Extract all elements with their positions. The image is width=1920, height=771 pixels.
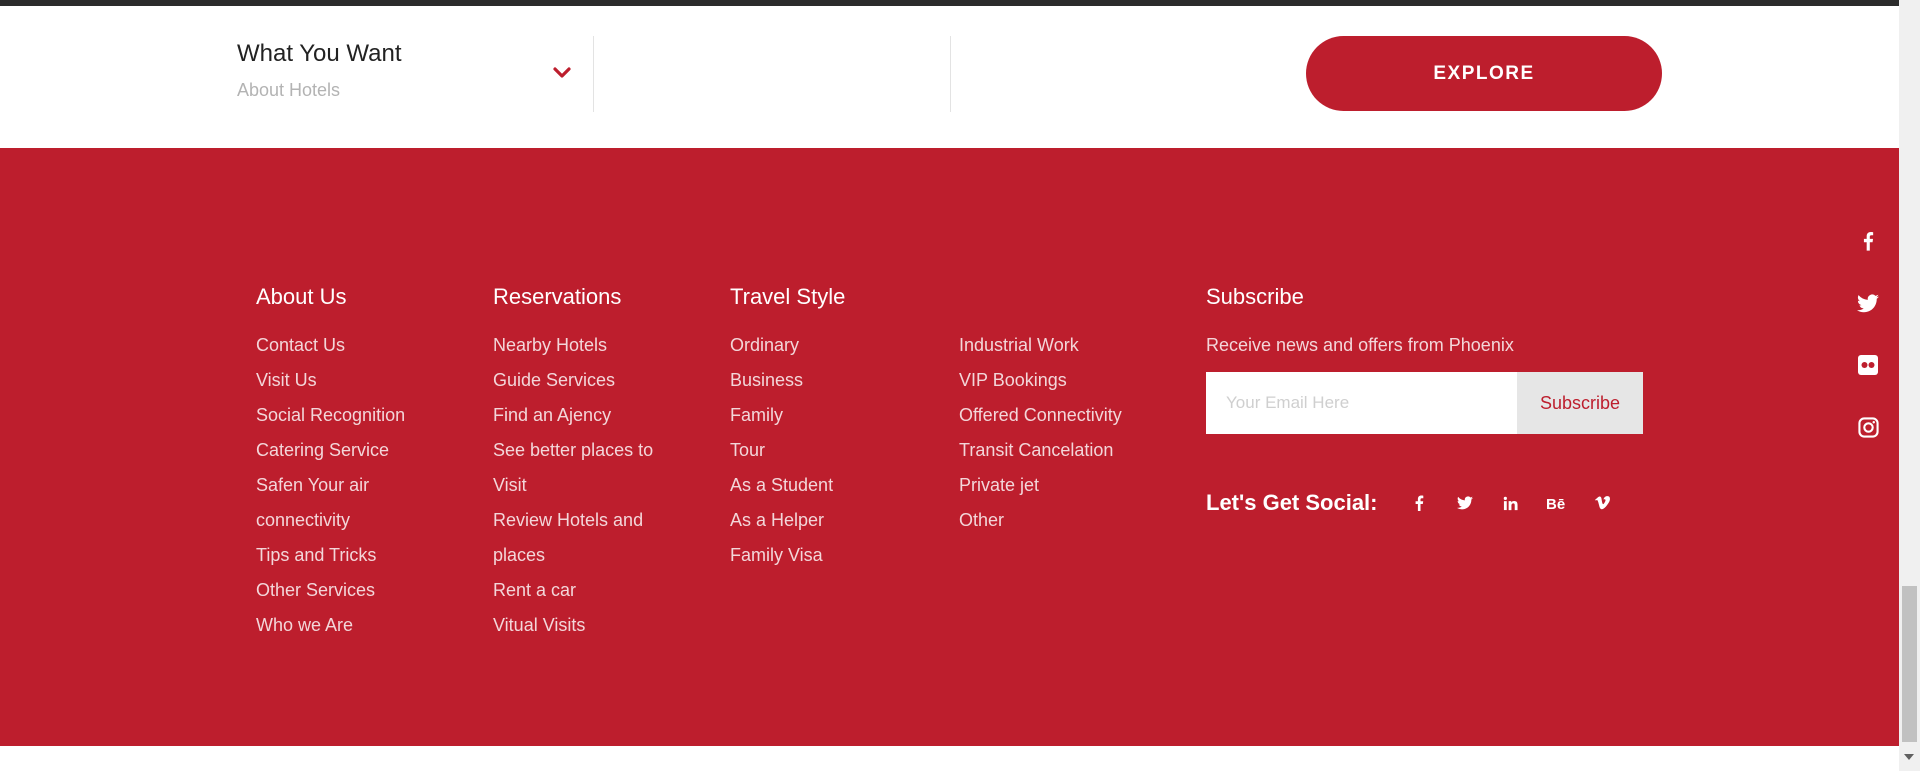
footer-link[interactable]: Catering Service: [256, 433, 456, 468]
scroll-down-arrow-icon[interactable]: [1904, 754, 1914, 760]
footer-link[interactable]: See better places to: [493, 433, 693, 468]
footer-link[interactable]: places: [493, 538, 693, 573]
footer-link[interactable]: Industrial Work: [959, 328, 1159, 363]
footer-link[interactable]: Transit Cancelation: [959, 433, 1159, 468]
divider: [950, 36, 951, 112]
behance-icon[interactable]: Bē: [1534, 488, 1580, 518]
footer-link[interactable]: Offered Connectivity: [959, 398, 1159, 433]
subscribe-description: Receive news and offers from Phoenix: [1206, 335, 1514, 355]
footer-link[interactable]: Private jet: [959, 468, 1159, 503]
footer-link[interactable]: Contact Us: [256, 328, 456, 363]
footer-link[interactable]: Visit: [493, 468, 693, 503]
footer-column-title: Travel Style: [730, 284, 846, 309]
facebook-icon[interactable]: [1848, 210, 1888, 272]
footer-link[interactable]: Family: [730, 398, 930, 433]
footer-link[interactable]: Find an Ajency: [493, 398, 693, 433]
footer-link[interactable]: Tips and Tricks: [256, 538, 456, 573]
footer-link[interactable]: Nearby Hotels: [493, 328, 693, 363]
footer-link[interactable]: Family Visa: [730, 538, 930, 573]
floating-social-bar: [1848, 210, 1888, 458]
page-bottom: [0, 746, 1899, 771]
svg-text:Bē: Bē: [1546, 496, 1565, 510]
search-selected-value: About Hotels: [237, 80, 341, 100]
footer-link[interactable]: Guide Services: [493, 363, 693, 398]
subscribe-form: Subscribe: [1206, 372, 1643, 434]
footer-link[interactable]: As a Helper: [730, 503, 930, 538]
chevron-down-icon[interactable]: [553, 66, 571, 80]
footer-link[interactable]: Who we Are: [256, 608, 456, 643]
email-field[interactable]: [1206, 372, 1517, 434]
scrollbar-thumb[interactable]: [1902, 586, 1917, 742]
footer-column-title: Reservations: [493, 284, 622, 309]
footer-link[interactable]: Ordinary: [730, 328, 930, 363]
explore-button[interactable]: EXPLORE: [1306, 36, 1662, 111]
footer-link[interactable]: Tour: [730, 433, 930, 468]
footer-column-title: Subscribe: [1206, 284, 1304, 309]
footer-link[interactable]: connectivity: [256, 503, 456, 538]
page-scrollbar[interactable]: [1899, 0, 1920, 771]
linkedin-icon[interactable]: [1488, 488, 1534, 518]
footer-column-about: About Us Contact Us Visit Us Social Reco…: [256, 282, 456, 643]
footer-column-title: About Us: [256, 284, 347, 309]
subscribe-button[interactable]: Subscribe: [1517, 372, 1643, 434]
social-links: Let's Get Social: Bē: [1206, 488, 1666, 518]
footer-column-reservations: Reservations Nearby Hotels Guide Service…: [493, 282, 693, 643]
footer-link[interactable]: VIP Bookings: [959, 363, 1159, 398]
footer-column-travel-style-more: Industrial Work VIP Bookings Offered Con…: [959, 328, 1159, 538]
footer-link[interactable]: Visit Us: [256, 363, 456, 398]
twitter-icon[interactable]: [1848, 272, 1888, 334]
footer: About Us Contact Us Visit Us Social Reco…: [0, 148, 1899, 746]
footer-link[interactable]: Rent a car: [493, 573, 693, 608]
facebook-icon[interactable]: [1396, 488, 1442, 518]
footer-link[interactable]: Vitual Visits: [493, 608, 693, 643]
search-label: What You Want: [237, 40, 402, 67]
what-you-want-dropdown[interactable]: What You Want About Hotels: [237, 36, 589, 116]
search-bar: What You Want About Hotels EXPLORE: [0, 6, 1899, 148]
vimeo-icon[interactable]: [1580, 488, 1626, 518]
footer-link[interactable]: Social Recognition: [256, 398, 456, 433]
footer-column-subscribe: Subscribe Receive news and offers from P…: [1206, 282, 1666, 518]
footer-link[interactable]: Review Hotels and: [493, 503, 693, 538]
footer-link[interactable]: Safen Your air: [256, 468, 456, 503]
footer-link[interactable]: As a Student: [730, 468, 930, 503]
twitter-icon[interactable]: [1442, 488, 1488, 518]
footer-link[interactable]: Other Services: [256, 573, 456, 608]
footer-link[interactable]: Business: [730, 363, 930, 398]
divider: [593, 36, 594, 112]
flickr-icon[interactable]: [1848, 334, 1888, 396]
instagram-icon[interactable]: [1848, 396, 1888, 458]
social-label: Let's Get Social:: [1206, 490, 1378, 515]
footer-column-travel-style: Travel Style Ordinary Business Family To…: [730, 282, 930, 573]
footer-link[interactable]: Other: [959, 503, 1159, 538]
